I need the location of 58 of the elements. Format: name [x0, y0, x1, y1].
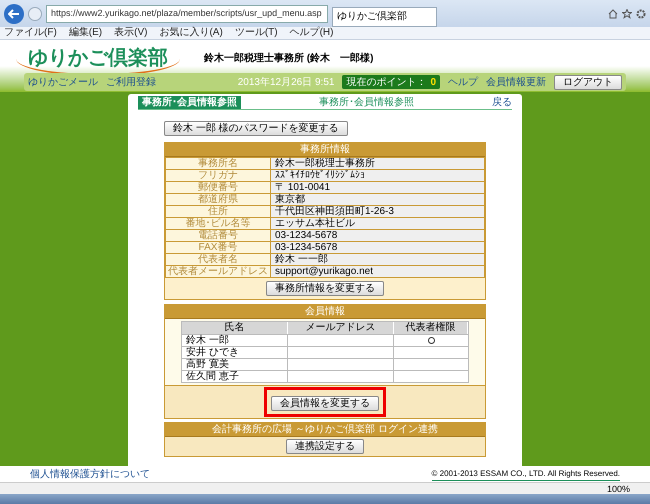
- field-label: フリガナ: [166, 170, 270, 181]
- section-header: 会員情報: [165, 305, 485, 319]
- address-bar[interactable]: https://www2.yurikago.net/plaza/member/scripts/usr_upd_menu.asp: [46, 4, 328, 22]
- copyright-text: © 2001-2013 ESSAM CO., LTD. All Rights Reserved.: [432, 468, 620, 480]
- field-label: 都道府県: [166, 194, 270, 205]
- settings-icon[interactable]: [636, 8, 646, 18]
- field-value: support@yurikago.net: [271, 266, 484, 277]
- menu-item[interactable]: お気に入り(A): [159, 27, 223, 39]
- tab-title: ゆりかご倶楽部: [337, 10, 407, 24]
- field-label: 番地･ビル名等: [166, 218, 270, 229]
- menu-item[interactable]: 表示(V): [114, 27, 148, 39]
- field-value: エッサム本社ビル: [271, 218, 484, 229]
- logout-button[interactable]: ログアウト: [554, 74, 622, 90]
- back-button[interactable]: [4, 4, 24, 24]
- member-name: 佐久間 恵子: [182, 371, 288, 382]
- points-value: 0: [430, 76, 436, 90]
- section-header: 事務所情報: [165, 143, 485, 157]
- field-label: 代表者名: [166, 254, 270, 265]
- field-value: 鈴木一郎税理士事務所: [271, 158, 484, 169]
- change-password-button[interactable]: 鈴木 一郎 様のパスワードを変更する: [164, 121, 348, 136]
- zoom-level[interactable]: 100%: [606, 484, 630, 494]
- field-value: 〒 101-0041: [271, 182, 484, 193]
- section-header: 会計事務所の広場 ～ゆりかご倶楽部 ログイン連携: [165, 423, 485, 437]
- field-label: 事務所名: [166, 158, 270, 169]
- field-value: 03-1234-5678: [271, 242, 484, 253]
- browser-tab[interactable]: ゆりかご倶楽部: [332, 6, 437, 26]
- field-label: 代表者メールアドレス: [166, 266, 270, 277]
- menu-item[interactable]: ファイル(F): [4, 27, 57, 39]
- field-label: 電話番号: [166, 230, 270, 241]
- update-link[interactable]: 会員情報更新: [486, 74, 546, 90]
- field-label: 郵便番号: [166, 182, 270, 193]
- field-value: 03-1234-5678: [271, 230, 484, 241]
- field-value: 東京都: [271, 194, 484, 205]
- edit-members-button[interactable]: 会員情報を変更する: [271, 396, 379, 411]
- registration-link[interactable]: ご利用登録: [106, 74, 156, 90]
- edit-office-button[interactable]: 事務所情報を変更する: [266, 281, 384, 296]
- points-label: 現在のポイント：: [346, 76, 426, 90]
- office-name: 鈴木一郎税理士事務所 (鈴木 一郎様): [204, 51, 374, 66]
- home-icon[interactable]: [608, 8, 618, 18]
- link-settings-button[interactable]: 連携設定する: [286, 439, 364, 454]
- help-link[interactable]: ヘルプ: [448, 74, 478, 90]
- field-value: ｽｽﾞｷｲﾁﾛｳｾﾞｲﾘｼｼﾞﾑｼｮ: [271, 170, 484, 181]
- privacy-link[interactable]: 個人情報保護方針について: [30, 466, 150, 482]
- url-text: https://www2.yurikago.net/plaza/member/scripts/usr_upd_menu.asp: [51, 6, 322, 20]
- menu-item[interactable]: ツール(T): [234, 27, 278, 39]
- field-label: FAX番号: [166, 242, 270, 253]
- star-icon[interactable]: [622, 8, 632, 18]
- field-value: 鈴木 一一郎: [271, 254, 484, 265]
- menu-item[interactable]: ヘルプ(H): [290, 27, 334, 39]
- breadcrumb-text: 事務所･会員情報参照: [318, 96, 415, 110]
- menu-item[interactable]: 編集(E): [68, 27, 102, 39]
- back-arrow-icon: [8, 8, 20, 18]
- mail-link[interactable]: ゆりかごメール: [28, 74, 98, 90]
- datetime-text: 2013年12月26日 9:51: [238, 76, 334, 90]
- page-title: 事務所･会員情報参照: [138, 96, 241, 109]
- field-value: 千代田区神田須田町1-26-3: [271, 206, 484, 217]
- field-label: 住所: [166, 206, 270, 217]
- back-link[interactable]: 戻る: [492, 95, 512, 110]
